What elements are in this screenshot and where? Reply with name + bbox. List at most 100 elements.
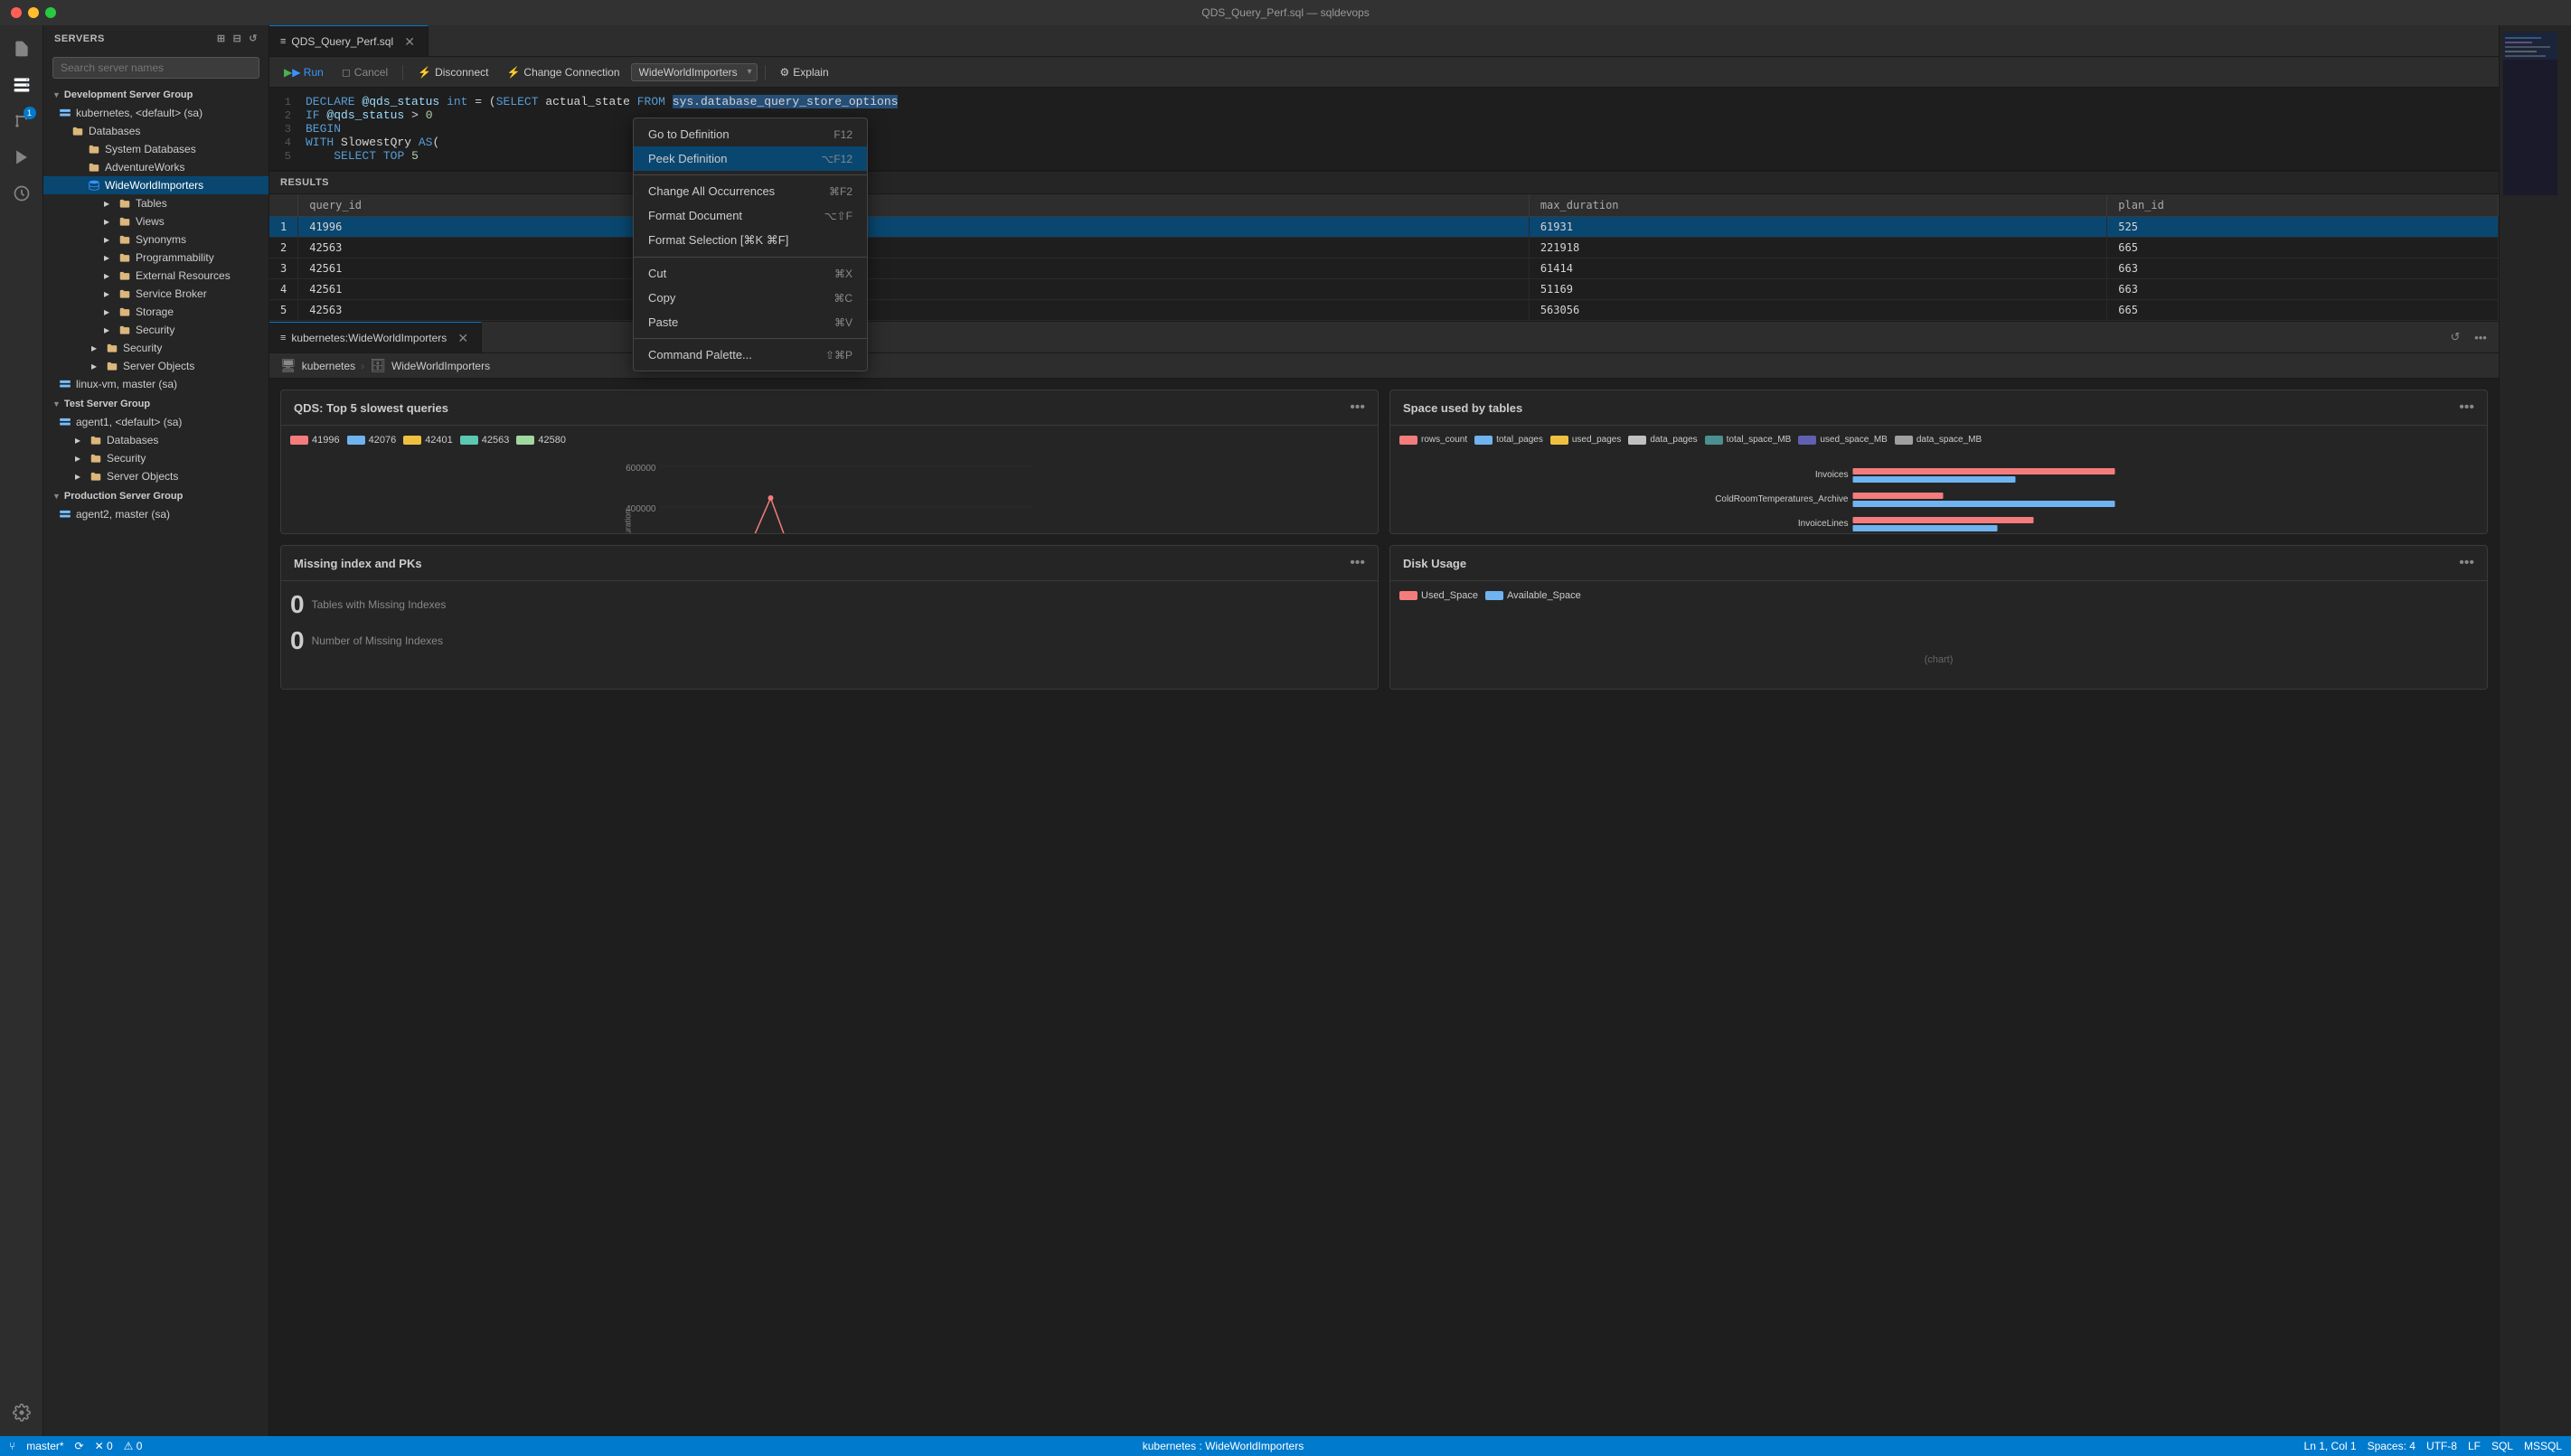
- cell-max-duration: 221918: [1529, 238, 2106, 258]
- disconnect-button[interactable]: ⚡ Disconnect: [410, 63, 495, 81]
- space-chart-svg: Invoices ColdRoomTemperatures_Archive In…: [1399, 452, 2478, 534]
- results-scroll[interactable]: query_id last_execution_... max_duration…: [269, 194, 2499, 321]
- context-menu-command-palette[interactable]: Command Palette... ⇧⌘P: [634, 343, 867, 367]
- tree-programmability[interactable]: ▸ Programmability: [43, 249, 268, 267]
- minimize-button[interactable]: [28, 7, 39, 18]
- code-editor[interactable]: 1 DECLARE @qds_status int = (SELECT actu…: [269, 88, 2499, 171]
- activity-history-icon[interactable]: [5, 177, 38, 210]
- dashboard: QDS: Top 5 slowest queries ••• 41996 420…: [269, 379, 2499, 700]
- sync-icon[interactable]: ⟳: [75, 1440, 84, 1452]
- context-menu-format-document[interactable]: Format Document ⌥⇧F: [634, 203, 867, 228]
- run-button[interactable]: ▶ ▶ Run: [277, 63, 331, 81]
- disconnect-icon: ⚡: [418, 66, 431, 79]
- tree-agent1-security[interactable]: ▸ Security: [43, 449, 268, 467]
- missing-index-menu[interactable]: •••: [1350, 555, 1365, 571]
- line-ending-indicator[interactable]: LF: [2468, 1440, 2481, 1452]
- activity-debug-icon[interactable]: [5, 141, 38, 174]
- source-control-badge: 1: [24, 107, 36, 119]
- table-row[interactable]: 3 42561 2017-10-12 03:... 61414 663: [269, 258, 2499, 279]
- tree-agent1-server-objects[interactable]: ▸ Server Objects: [43, 467, 268, 485]
- tab-label: QDS_Query_Perf.sql: [291, 35, 393, 48]
- tree-views[interactable]: ▸ Views: [43, 212, 268, 230]
- database-selector[interactable]: WideWorldImporters: [631, 63, 758, 81]
- activity-files-icon[interactable]: [5, 33, 38, 65]
- svg-text:InvoiceLines: InvoiceLines: [1798, 519, 1849, 529]
- explain-button[interactable]: ⚙ Explain: [773, 63, 836, 81]
- server-obj-folder-icon: [105, 359, 119, 373]
- context-menu-paste[interactable]: Paste ⌘V: [634, 310, 867, 334]
- col-plan-id[interactable]: plan_id: [2107, 194, 2499, 217]
- tree-agent1-databases[interactable]: ▸ Databases: [43, 431, 268, 449]
- maximize-button[interactable]: [45, 7, 56, 18]
- branch-icon[interactable]: ⑂: [9, 1440, 15, 1452]
- activity-servers-icon[interactable]: [5, 69, 38, 101]
- tab-kubernetes-wwi[interactable]: ≡ kubernetes:WideWorldImporters ✕: [269, 322, 482, 352]
- encoding-indicator[interactable]: UTF-8: [2426, 1440, 2457, 1452]
- missing-tables-stat: 0 Tables with Missing Indexes: [290, 590, 1369, 619]
- cancel-button[interactable]: ◻ Cancel: [334, 63, 395, 81]
- tree-storage[interactable]: ▸ Storage: [43, 303, 268, 321]
- tree-server-objects[interactable]: ▸ Server Objects: [43, 357, 268, 375]
- tree-service-broker[interactable]: ▸ Service Broker: [43, 285, 268, 303]
- tree-agent1[interactable]: agent1, <default> (sa): [43, 413, 268, 431]
- tree-external-resources[interactable]: ▸ External Resources: [43, 267, 268, 285]
- disk-usage-header: Disk Usage •••: [1390, 546, 2487, 581]
- tree-security-db[interactable]: ▸ Security: [43, 321, 268, 339]
- legend-used-pages: used_pages: [1550, 435, 1622, 445]
- cell-plan-id: 525: [2107, 217, 2499, 238]
- bottom-tab-close[interactable]: ✕: [456, 331, 470, 345]
- context-menu-change-occurrences[interactable]: Change All Occurrences ⌘F2: [634, 179, 867, 203]
- sidebar-collapse-icon[interactable]: ⊟: [233, 33, 242, 44]
- tree-tables[interactable]: ▸ Tables: [43, 194, 268, 212]
- sidebar-add-server-icon[interactable]: ⊞: [217, 33, 226, 44]
- folder-icon: ▸: [99, 323, 114, 337]
- qds-menu-icon[interactable]: •••: [1350, 399, 1365, 416]
- more-icon[interactable]: •••: [2470, 326, 2491, 348]
- activity-source-control-icon[interactable]: 1: [5, 105, 38, 137]
- warnings-indicator[interactable]: ⚠ 0: [124, 1440, 143, 1452]
- change-connection-button[interactable]: ⚡ Change Connection: [499, 63, 626, 81]
- table-row[interactable]: 5 42563 2017-10-12 03:... 563056 665: [269, 300, 2499, 321]
- tree-databases[interactable]: Databases: [43, 122, 268, 140]
- folder-icon: [71, 124, 85, 138]
- tree-synonyms[interactable]: ▸ Synonyms: [43, 230, 268, 249]
- cancel-icon: ◻: [342, 66, 351, 79]
- context-menu-cut[interactable]: Cut ⌘X: [634, 261, 867, 286]
- errors-indicator[interactable]: ✕ 0: [95, 1440, 113, 1452]
- tree-linux-vm[interactable]: linux-vm, master (sa): [43, 375, 268, 393]
- tree-wideworldimporters[interactable]: WideWorldImporters: [43, 176, 268, 194]
- close-button[interactable]: [11, 7, 22, 18]
- tree-security-server[interactable]: ▸ Security: [43, 339, 268, 357]
- context-menu-peek-definition[interactable]: Peek Definition ⌥F12: [634, 146, 867, 171]
- prod-server-group-header[interactable]: ▼ Production Server Group: [43, 485, 268, 505]
- context-menu-goto-definition[interactable]: Go to Definition F12: [634, 122, 867, 146]
- context-menu-format-selection[interactable]: Format Selection [⌘K ⌘F]: [634, 228, 867, 253]
- tree-agent2[interactable]: agent2, master (sa): [43, 505, 268, 523]
- dialect-indicator[interactable]: MSSQL: [2524, 1440, 2562, 1452]
- disk-usage-menu[interactable]: •••: [2459, 555, 2474, 571]
- test-server-group-header[interactable]: ▼ Test Server Group: [43, 393, 268, 413]
- tab-qds-query-perf[interactable]: ≡ QDS_Query_Perf.sql ✕: [269, 25, 428, 56]
- refresh-icon[interactable]: ↺: [2444, 326, 2466, 348]
- table-row[interactable]: 1 41996 2017-10-11 10:... 61931 525: [269, 217, 2499, 238]
- search-server-input[interactable]: [52, 57, 259, 79]
- table-row[interactable]: 4 42561 2017-10-12 03:... 51169 663: [269, 279, 2499, 300]
- spaces-indicator[interactable]: Spaces: 4: [2368, 1440, 2416, 1452]
- context-menu-separator-2: [634, 257, 867, 258]
- toolbar-divider-2: [765, 65, 766, 80]
- col-max-duration[interactable]: max_duration: [1529, 194, 2106, 217]
- language-indicator[interactable]: SQL: [2491, 1440, 2513, 1452]
- activity-settings-icon[interactable]: [5, 1396, 38, 1429]
- tree-system-databases[interactable]: System Databases: [43, 140, 268, 158]
- tab-close-button[interactable]: ✕: [402, 34, 417, 49]
- space-menu-icon[interactable]: •••: [2459, 399, 2474, 416]
- dev-server-group-header[interactable]: ▼ Development Server Group: [43, 84, 268, 104]
- run-icon: ▶: [284, 66, 292, 79]
- sidebar-refresh-icon[interactable]: ↺: [249, 33, 258, 44]
- table-row[interactable]: 2 42563 2017-10-12 03:... 221918 665: [269, 238, 2499, 258]
- server-kubernetes[interactable]: kubernetes, <default> (sa): [43, 104, 268, 122]
- tree-adventureworks[interactable]: AdventureWorks: [43, 158, 268, 176]
- context-menu-copy[interactable]: Copy ⌘C: [634, 286, 867, 310]
- context-menu-separator-1: [634, 174, 867, 175]
- legend-42563: 42563: [460, 435, 510, 446]
